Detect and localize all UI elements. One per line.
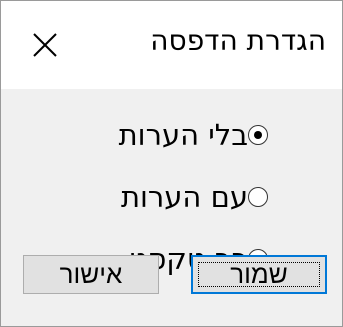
close-icon	[33, 33, 57, 57]
radio-button-with-comments[interactable]	[248, 187, 268, 207]
option-no-comments[interactable]: בלי הערות	[119, 115, 284, 155]
save-button-label: שמור	[230, 259, 288, 289]
window-title: הגדרת הדפסה	[150, 24, 326, 57]
option-with-comments[interactable]: עם הערות	[121, 177, 284, 217]
ok-button-label: אישור	[59, 259, 123, 289]
save-button[interactable]: שמור	[191, 255, 327, 294]
close-button[interactable]	[15, 15, 75, 75]
ok-button[interactable]: אישור	[23, 255, 159, 294]
print-settings-dialog: הגדרת הדפסה בלי הערות עם הערות רב טקסט ש…	[0, 0, 343, 327]
option-with-comments-label: עם הערות	[120, 180, 248, 214]
option-no-comments-label: בלי הערות	[118, 118, 248, 152]
radio-selected-dot	[254, 131, 262, 139]
radio-button-no-comments[interactable]	[248, 125, 268, 145]
title-bar[interactable]: הגדרת הדפסה	[1, 1, 342, 89]
